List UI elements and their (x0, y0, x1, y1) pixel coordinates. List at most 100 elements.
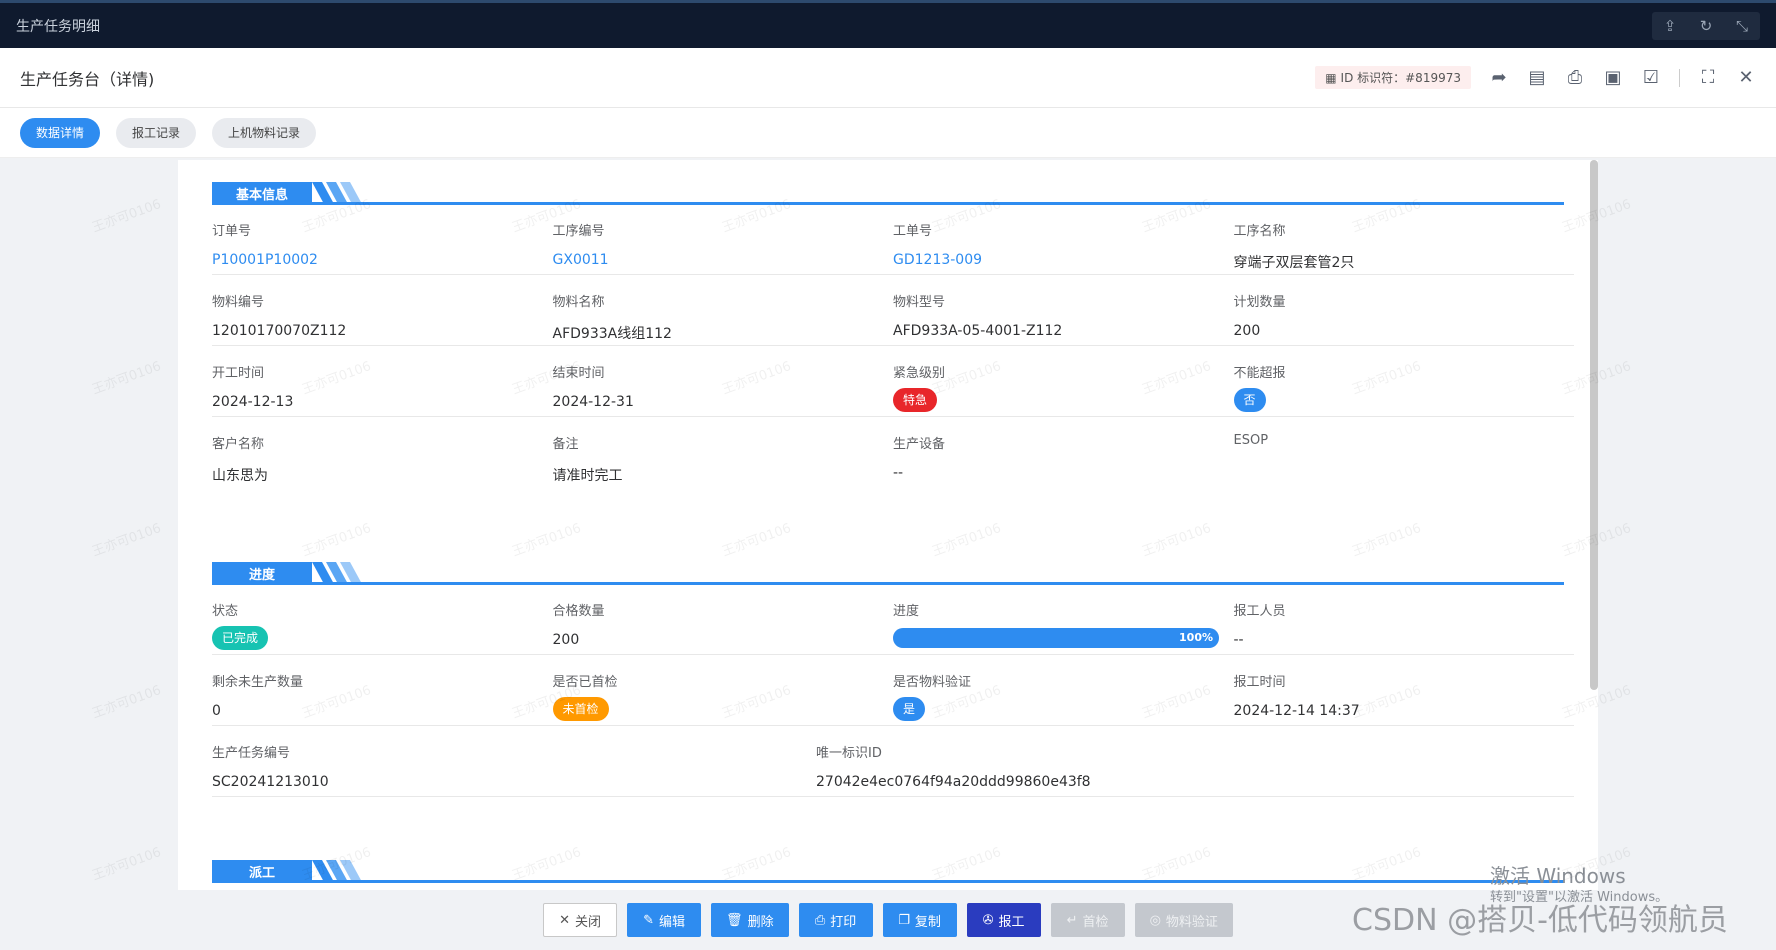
collapse-icon[interactable]: ⤡ (1724, 12, 1760, 40)
field-label: 客户名称 (212, 437, 265, 452)
header-divider (1679, 68, 1680, 87)
field-value: 200 (1233, 323, 1261, 339)
material-verify-button[interactable]: ◎ 物料验证 (1134, 903, 1233, 937)
edit-button[interactable]: ✎ 编辑 (627, 903, 702, 937)
field-value-link[interactable]: GD1213-009 (893, 252, 1234, 274)
close-icon[interactable]: ✕ (1736, 67, 1756, 88)
field-cell: 报工人员 -- (1234, 584, 1575, 654)
print-button[interactable]: ⎙ 打印 (798, 903, 873, 937)
field-cell: 客户名称 山东思为 (212, 417, 553, 488)
field-value: 200 (552, 632, 580, 648)
field-value: 0 (212, 703, 221, 719)
checkbox-icon[interactable]: ☑ (1641, 67, 1661, 88)
field-label: 开工时间 (212, 366, 265, 381)
field-value: -- (1233, 632, 1244, 648)
document-icon[interactable]: ▤ (1527, 67, 1547, 88)
close-icon: ✕ (559, 912, 570, 928)
field-cell: 报工时间 2024-12-14 14:37 (1234, 655, 1575, 725)
field-value: 100% (893, 628, 1234, 650)
field-cell: 物料名称 AFD933A线组112 (553, 275, 894, 345)
id-badge: ▦ ID 标识符：#819973 (1315, 66, 1471, 89)
field-row: 剩余未生产数量 0 是否已首检 未首检 是否物料验证是报工时间 2024-12-14 14… (212, 655, 1574, 726)
field-cell: 工单号 GD1213-009 (893, 204, 1234, 274)
field-value: 2024-12-31 (552, 394, 634, 410)
tab-report-records[interactable]: 报工记录 (116, 117, 197, 148)
refresh-icon[interactable]: ↻ (1688, 12, 1724, 40)
fullscreen-icon[interactable]: ⛶ (1698, 67, 1718, 88)
field-cell: 生产任务编号 SC20241213010 (212, 726, 816, 796)
field-label: 剩余未生产数量 (212, 675, 304, 690)
field-label: 工序编号 (552, 224, 605, 239)
field-value: 已完成 (212, 626, 553, 650)
first-check-button[interactable]: ↵ 首检 (1050, 903, 1125, 937)
report-button[interactable]: ✇ 报工 (966, 903, 1041, 937)
print-icon: ⎙ (814, 912, 826, 928)
section-stripes-icon (312, 182, 362, 204)
field-value-link[interactable]: GX0011 (553, 252, 894, 274)
window-tools: ⇪ ↻ ⤡ (1652, 11, 1760, 40)
field-value: 请准时完工 (552, 468, 623, 484)
field-cell: ESOP (1234, 417, 1575, 488)
field-value (1234, 465, 1575, 487)
field-label: 物料名称 (552, 295, 605, 310)
share-icon[interactable]: ➦ (1489, 67, 1509, 88)
watermark-text: 王亦可0106 (90, 683, 164, 722)
tab-material-records[interactable]: 上机物料记录 (212, 117, 317, 148)
wrench-icon: ✇ (982, 912, 994, 928)
page-header: 生产任务台（详情) ▦ ID 标识符：#819973 ➦ ▤ ⎙ ▣ ☑ ⛶ ✕ (0, 48, 1776, 108)
field-value: AFD933A线组112 (552, 326, 672, 342)
field-cell: 进度 100% (893, 584, 1234, 654)
content-scrollbar[interactable] (1590, 160, 1598, 690)
grid-icon: ▦ (1325, 70, 1337, 85)
trash-icon: 🗑 (726, 912, 743, 928)
status-badge: 已完成 (212, 626, 269, 650)
field-cell: 备注 请准时完工 (553, 417, 894, 488)
field-row: 物料编号 12010170070Z112 物料名称 AFD933A线组112 物料型号 A… (212, 275, 1574, 346)
status-badge: 是 (893, 697, 926, 721)
watermark-text: 王亦可0106 (90, 845, 164, 884)
field-label: 工序名称 (1233, 224, 1286, 239)
status-badge: 特急 (893, 388, 938, 412)
section-basic-title: 基本信息 (212, 182, 312, 204)
field-label: 订单号 (212, 224, 252, 239)
status-badge: 否 (1233, 388, 1266, 412)
field-value: 2024-12-13 (212, 394, 294, 410)
field-label: 备注 (552, 437, 579, 452)
window-titlebar: 生产任务明细 ⇪ ↻ ⤡ (0, 0, 1776, 48)
field-cell: 开工时间 2024-12-13 (212, 346, 553, 416)
field-row: 生产任务编号 SC20241213010 唯一标识ID 27042e4ec0764f9… (212, 726, 1574, 797)
return-icon: ↵ (1066, 912, 1078, 928)
field-cell: 生产设备 -- (893, 417, 1234, 488)
field-row: 开工时间 2024-12-13 结束时间 2024-12-31 紧急级别 特急 不能超报否 (212, 346, 1574, 417)
field-value: 穿端子双层套管2只 (1233, 255, 1355, 271)
progress-text: 100% (1179, 631, 1213, 644)
field-label: 不能超报 (1233, 366, 1286, 381)
progress-bar: 100% (893, 628, 1219, 648)
field-label: 报工人员 (1233, 604, 1286, 619)
watermark-text: 王亦可0106 (90, 521, 164, 560)
field-cell: 不能超报否 (1233, 346, 1575, 416)
tab-data-detail[interactable]: 数据详情 (20, 117, 101, 148)
export-icon[interactable]: ⇪ (1652, 12, 1688, 40)
copy-button[interactable]: ❐ 复制 (882, 903, 957, 937)
edit-icon: ✎ (643, 912, 654, 928)
field-cell: 合格数量 200 (553, 584, 894, 654)
progress-fill (893, 628, 1219, 648)
section-stripes-icon (312, 860, 362, 882)
printer-settings-icon[interactable]: ⎙ (1565, 67, 1585, 88)
field-cell: 物料型号 AFD933A-05-4001-Z112 (893, 275, 1234, 345)
delete-button[interactable]: 🗑 删除 (711, 903, 789, 937)
field-cell: 工序名称穿端子双层套管2只 (1234, 204, 1575, 274)
section-line (212, 880, 1564, 883)
close-button[interactable]: ✕ 关闭 (543, 903, 618, 937)
tab-bar: 数据详情 报工记录 上机物料记录 (0, 108, 1776, 158)
page-title: 生产任务台（详情) (20, 69, 155, 89)
field-value: AFD933A-05-4001-Z112 (893, 323, 1063, 339)
field-cell: 订单号 P10001P10002 (212, 204, 553, 274)
calendar-icon[interactable]: ▣ (1603, 67, 1623, 88)
field-label: 唯一标识ID (816, 746, 882, 761)
field-value-link[interactable]: P10001P10002 (212, 252, 553, 274)
field-label: 状态 (212, 604, 239, 619)
field-label: 物料型号 (893, 295, 946, 310)
field-cell: 紧急级别 特急 (893, 346, 1234, 416)
